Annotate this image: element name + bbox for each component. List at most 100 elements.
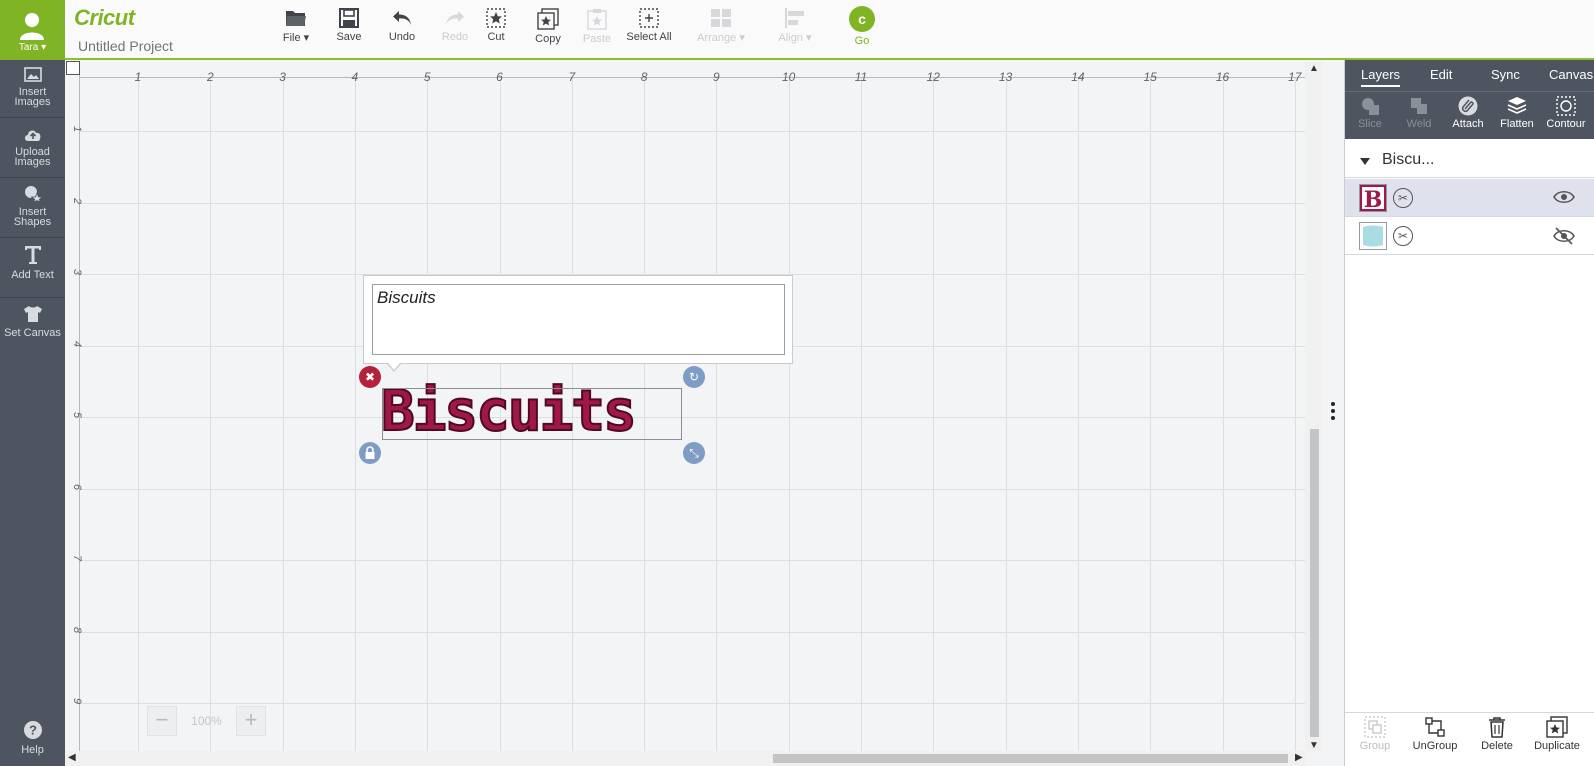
group-button[interactable]: Group (1345, 716, 1405, 752)
text-editor-popup: Biscuits (363, 275, 793, 364)
copy-button[interactable]: Copy (530, 8, 566, 45)
layer-group-header[interactable]: Biscu... (1345, 145, 1594, 178)
go-icon: c (849, 6, 875, 32)
ungroup-button[interactable]: UnGroup (1405, 716, 1465, 752)
zoom-control: − 100% + (147, 706, 266, 736)
file-button[interactable]: File ▾ (277, 8, 315, 44)
ruler-label-y: 6 (71, 483, 84, 490)
resize-handle[interactable]: ⤡ (683, 442, 705, 464)
cut-operation-icon[interactable]: ✂ (1393, 226, 1413, 246)
select-all-button[interactable]: Select All (624, 8, 674, 43)
ruler-label-x: 1 (134, 70, 142, 84)
eye-hidden-icon[interactable] (1553, 227, 1575, 245)
group-icon (1364, 716, 1386, 738)
tab-edit[interactable]: Edit (1430, 67, 1452, 82)
chevron-down-icon[interactable] (1360, 158, 1370, 165)
ruler-label-x: 6 (496, 70, 503, 84)
text-editor-input[interactable]: Biscuits (372, 284, 785, 355)
ungroup-icon (1425, 717, 1445, 737)
delete-handle[interactable]: ✖ (359, 366, 381, 388)
nav-insert-images[interactable]: Insert Images (0, 67, 65, 108)
user-menu[interactable]: Tara ▾ (0, 0, 65, 60)
arrange-icon (711, 9, 731, 27)
zoom-in-button[interactable]: + (236, 706, 266, 736)
eye-icon[interactable] (1553, 189, 1575, 205)
delete-button[interactable]: Delete (1467, 716, 1527, 752)
cut-icon (486, 8, 506, 28)
zoom-out-button[interactable]: − (147, 706, 177, 736)
grid-line (80, 417, 1305, 418)
grid-line (80, 631, 1305, 633)
weld-button[interactable]: Weld (1394, 96, 1444, 130)
undo-button[interactable]: Undo (380, 8, 424, 43)
align-button[interactable]: Align ▾ (772, 8, 818, 44)
redo-button[interactable]: Redo (433, 8, 477, 43)
layer-row[interactable]: B ✂ (1345, 179, 1594, 217)
nav-label: Add Text (11, 269, 54, 281)
undo-icon (393, 11, 411, 25)
zoom-level: 100% (191, 714, 222, 728)
nav-label: Upload Images (14, 146, 51, 168)
nav-label: Help (21, 744, 44, 756)
tab-sync[interactable]: Sync (1491, 67, 1520, 82)
lock-handle[interactable] (359, 442, 381, 464)
contour-button[interactable]: Contour (1541, 96, 1591, 130)
select-all-icon (639, 8, 659, 28)
grid-line (80, 488, 1305, 490)
scroll-up-arrow[interactable]: ▲ (1309, 63, 1319, 74)
project-title[interactable]: Untitled Project (78, 38, 173, 54)
lock-icon (365, 446, 375, 459)
duplicate-icon (1546, 716, 1568, 738)
grid-line (1077, 78, 1079, 751)
scroll-left-arrow[interactable]: ◀ (68, 752, 76, 763)
cut-button[interactable]: Cut (481, 8, 511, 43)
tab-layers[interactable]: Layers (1361, 67, 1401, 87)
ruler-label-x: 10 (782, 70, 796, 84)
ruler-label-x: 17 (1288, 70, 1302, 84)
nav-upload-images[interactable]: Upload Images (0, 127, 65, 168)
scroll-right-arrow[interactable]: ▶ (1295, 752, 1303, 763)
arrange-button[interactable]: Arrange ▾ (693, 8, 749, 44)
flatten-button[interactable]: Flatten (1492, 96, 1542, 130)
paste-icon (587, 9, 607, 30)
nav-help[interactable]: ? Help (0, 720, 65, 756)
panel-resize-handle[interactable] (1331, 402, 1335, 423)
nav-set-canvas[interactable]: Set Canvas (0, 305, 65, 339)
tab-canvas[interactable]: Canvas (1549, 67, 1593, 82)
grid-line (716, 78, 718, 751)
layer-thumbnail (1359, 222, 1387, 250)
ruler-label-x: 11 (854, 70, 868, 84)
nav-insert-shapes[interactable]: Insert Shapes (0, 185, 65, 228)
slice-button[interactable]: Slice (1345, 96, 1395, 130)
ruler-label-x: 2 (206, 70, 214, 84)
go-button[interactable]: c Go (847, 6, 877, 47)
cut-operation-icon[interactable]: ✂ (1393, 188, 1413, 208)
scroll-down-arrow[interactable]: ▼ (1309, 740, 1319, 751)
ruler-label-x: 4 (351, 70, 359, 84)
ruler-label-x: 13 (998, 70, 1013, 84)
ruler-label-y: 7 (71, 554, 84, 562)
paste-button[interactable]: Paste (579, 8, 615, 45)
selection-box[interactable] (382, 388, 682, 440)
vertical-scroll-thumb[interactable] (1310, 429, 1319, 737)
nav-label: Insert Shapes (13, 206, 52, 228)
copy-icon (537, 8, 559, 30)
horizontal-scroll-thumb[interactable] (773, 754, 1288, 763)
rotate-handle[interactable]: ↻ (683, 366, 705, 388)
grid-line (933, 78, 935, 751)
nav-add-text[interactable]: Add Text (0, 245, 65, 281)
ruler-label-x: 5 (423, 70, 431, 84)
layer-group-name: Biscu... (1382, 151, 1435, 168)
duplicate-button[interactable]: Duplicate (1527, 716, 1587, 752)
ruler-label-x: 14 (1071, 70, 1085, 84)
grid-line (210, 78, 212, 751)
save-button[interactable]: Save (329, 8, 369, 43)
layer-row[interactable]: ✂ (1345, 217, 1594, 255)
attach-button[interactable]: Attach (1443, 96, 1493, 130)
ruler-label-x: 9 (713, 70, 720, 84)
design-canvas[interactable] (80, 78, 1305, 751)
horizontal-ruler (80, 61, 1305, 78)
left-nav: Tara ▾ Insert Images Upload Images Inser… (0, 0, 65, 766)
layer-thumbnail: B (1359, 184, 1387, 213)
grid-line (1150, 78, 1152, 751)
